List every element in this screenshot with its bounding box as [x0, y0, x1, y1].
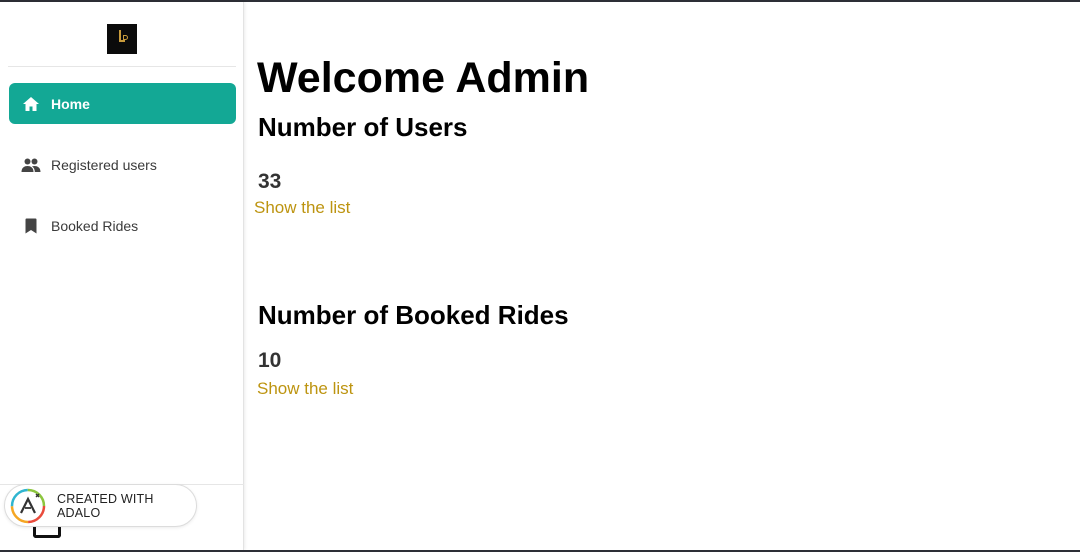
sidebar-item-home[interactable]: Home: [9, 83, 236, 124]
main-content: Welcome Admin Number of Users 33 Show th…: [245, 2, 1080, 550]
home-icon: [21, 94, 41, 114]
sidebar-item-label: Booked Rides: [51, 217, 139, 234]
sidebar-divider: [8, 66, 236, 67]
sidebar-item-label: Home: [51, 95, 90, 112]
users-count: 33: [258, 170, 282, 193]
rides-show-list-link[interactable]: Show the list: [257, 379, 353, 399]
adalo-badge-text: CREATED WITH ADALO: [57, 491, 154, 520]
adalo-logo-icon: [10, 488, 46, 524]
sidebar-item-label: Registered users: [51, 156, 157, 173]
people-icon: [21, 155, 41, 175]
sidebar-item-booked-rides[interactable]: Booked Rides: [9, 205, 236, 246]
page-title: Welcome Admin: [257, 54, 590, 102]
sidebar-item-registered-users[interactable]: Registered users: [9, 144, 236, 185]
adalo-badge[interactable]: CREATED WITH ADALO: [4, 484, 197, 527]
bookmark-icon: [21, 216, 41, 236]
rides-count: 10: [258, 349, 282, 372]
rides-heading: Number of Booked Rides: [258, 300, 569, 330]
sidebar: Home Registered users Booked Rides CREAT…: [0, 2, 244, 550]
app-logo[interactable]: [107, 24, 137, 54]
users-heading: Number of Users: [258, 112, 468, 142]
users-show-list-link[interactable]: Show the list: [254, 198, 350, 218]
